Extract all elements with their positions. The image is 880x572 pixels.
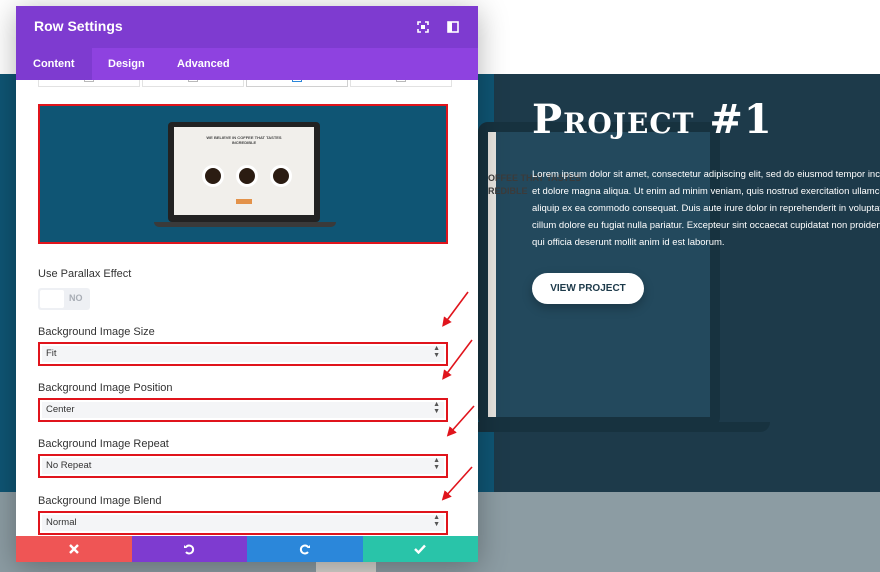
modal-header: Row Settings xyxy=(16,6,478,48)
bg-blend-label: Background Image Blend xyxy=(38,495,162,507)
select-arrows-icon: ▲ ▼ xyxy=(433,514,440,528)
toggle-state: NO xyxy=(69,293,83,303)
tab-content[interactable]: Content xyxy=(16,48,92,80)
bg-position-select[interactable]: Center ▲ ▼ xyxy=(38,398,448,422)
fullscreen-icon[interactable] xyxy=(416,20,430,34)
close-icon xyxy=(68,544,79,554)
modal-title: Row Settings xyxy=(34,18,123,34)
preview-heading: WE BELIEVE IN COFFEE THAT TASTES INCREDI… xyxy=(206,135,282,145)
undo-icon xyxy=(184,544,195,555)
bg-image-tab[interactable] xyxy=(246,80,348,87)
preview-laptop: WE BELIEVE IN COFFEE THAT TASTES INCREDI… xyxy=(168,122,320,222)
coffee-cup-icon xyxy=(270,165,292,187)
settings-content: WE BELIEVE IN COFFEE THAT TASTES INCREDI… xyxy=(16,80,478,536)
bg-repeat-select[interactable]: No Repeat ▲ ▼ xyxy=(38,454,448,478)
save-button[interactable] xyxy=(362,536,478,562)
discard-button[interactable] xyxy=(16,536,132,562)
coffee-cup-icon xyxy=(202,165,224,187)
bg-size-select[interactable]: Fit ▲ ▼ xyxy=(38,342,448,366)
coffee-cup-icon xyxy=(236,165,258,187)
row-settings-modal: Row Settings Content Design Advanced WE … xyxy=(16,6,478,562)
view-project-button[interactable]: VIEW PROJECT xyxy=(532,273,644,304)
tab-advanced[interactable]: Advanced xyxy=(160,48,247,80)
redo-button[interactable] xyxy=(247,536,363,562)
bg-position-value: Center xyxy=(46,404,75,415)
modal-footer xyxy=(16,536,478,562)
bg-blend-select[interactable]: Normal ▲ ▼ xyxy=(38,511,448,535)
bg-position-label: Background Image Position xyxy=(38,382,173,394)
select-arrows-icon: ▲ ▼ xyxy=(433,345,440,359)
redo-icon xyxy=(299,544,310,555)
bg-size-value: Fit xyxy=(46,348,57,359)
undo-button[interactable] xyxy=(131,536,247,562)
background-image-preview[interactable]: WE BELIEVE IN COFFEE THAT TASTES INCREDI… xyxy=(38,104,448,244)
bg-repeat-label: Background Image Repeat xyxy=(38,438,169,450)
settings-tabs: Content Design Advanced xyxy=(16,48,478,80)
bg-blend-value: Normal xyxy=(46,517,77,528)
bg-gradient-tab[interactable] xyxy=(142,80,244,87)
parallax-label: Use Parallax Effect xyxy=(38,268,132,280)
project-description: Lorem ipsum dolor sit amet, consectetur … xyxy=(532,169,880,248)
sidebar-icon[interactable] xyxy=(446,20,460,34)
bg-size-label: Background Image Size xyxy=(38,326,155,338)
bg-color-tab[interactable] xyxy=(38,80,140,87)
select-arrows-icon: ▲ ▼ xyxy=(433,401,440,415)
hero-laptop-base xyxy=(470,422,770,432)
parallax-toggle[interactable]: NO xyxy=(38,288,90,310)
background-type-tabs xyxy=(38,80,452,88)
bg-repeat-value: No Repeat xyxy=(46,460,92,471)
bg-video-tab[interactable] xyxy=(350,80,452,87)
check-icon xyxy=(414,544,427,554)
project-title: Project #1 xyxy=(532,96,773,143)
tab-design[interactable]: Design xyxy=(91,48,162,80)
select-arrows-icon: ▲ ▼ xyxy=(433,457,440,471)
